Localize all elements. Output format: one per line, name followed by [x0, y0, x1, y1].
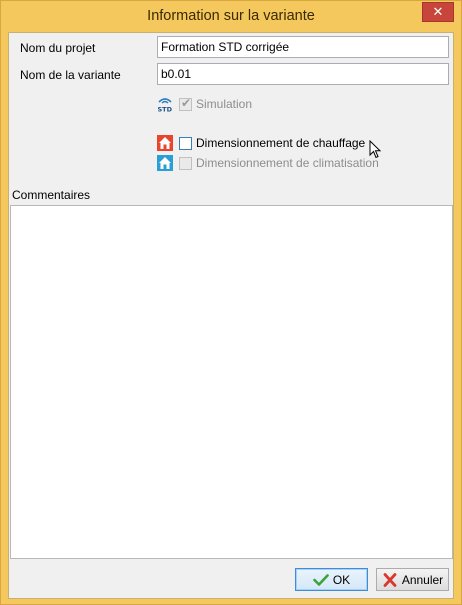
house-cooling-icon — [157, 155, 173, 171]
cooling-row: Dimensionnement de climatisation — [157, 154, 379, 172]
cancel-button[interactable]: Annuler — [376, 568, 449, 591]
simulation-row: STD ✔ Simulation — [157, 95, 253, 114]
ok-button-label: OK — [332, 572, 351, 587]
variant-name-field[interactable] — [157, 63, 449, 85]
cooling-label: Dimensionnement de climatisation — [196, 156, 379, 170]
variant-name-label: Nom de la variante — [20, 68, 121, 82]
project-name-label: Nom du projet — [20, 41, 96, 55]
window-title: Information sur la variante — [147, 8, 315, 24]
dialog-window: Information sur la variante ✕ Nom du pro… — [0, 0, 462, 605]
svg-text:STD: STD — [158, 106, 173, 113]
comments-label: Commentaires — [12, 188, 91, 202]
mouse-cursor-icon — [369, 140, 382, 159]
house-heating-icon — [157, 135, 173, 151]
std-icon: STD — [157, 96, 173, 114]
dialog-body: Nom du projet Nom de la variante STD ✔ S… — [8, 32, 454, 599]
close-button[interactable]: ✕ — [422, 2, 454, 22]
cancel-x-icon — [382, 572, 398, 587]
simulation-checkbox[interactable]: ✔ — [179, 95, 192, 111]
title-bar[interactable]: Information sur la variante ✕ — [1, 1, 461, 31]
comments-textarea[interactable] — [10, 205, 453, 559]
cancel-button-label: Annuler — [401, 572, 444, 587]
cooling-checkbox[interactable] — [179, 156, 192, 170]
ok-button[interactable]: OK — [295, 568, 368, 591]
simulation-label: Simulation — [196, 97, 253, 111]
check-icon — [313, 573, 329, 587]
heating-checkbox[interactable] — [179, 136, 192, 150]
heating-row: Dimensionnement de chauffage — [157, 134, 365, 152]
project-name-field[interactable] — [157, 36, 449, 58]
heating-label: Dimensionnement de chauffage — [196, 136, 366, 150]
check-icon: ✔ — [181, 95, 192, 110]
